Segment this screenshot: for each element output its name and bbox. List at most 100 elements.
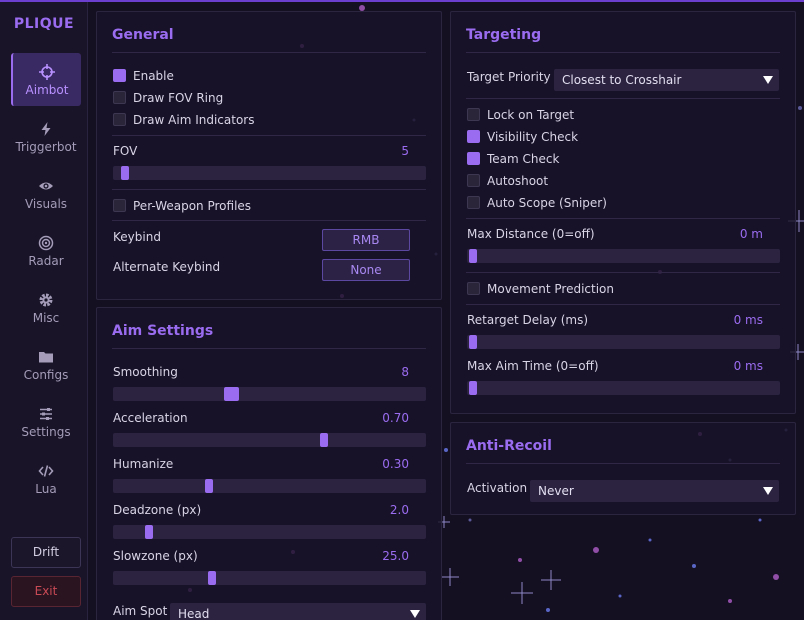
sidebar-item-label: Misc (32, 311, 60, 325)
drift-button[interactable]: Drift (11, 537, 81, 568)
divider (466, 52, 780, 53)
sidebar-item-visuals[interactable]: Visuals (11, 167, 81, 220)
deadzone-slider[interactable] (113, 525, 426, 539)
sidebar-item-radar[interactable]: Radar (11, 224, 81, 277)
auto-scope-checkbox[interactable] (467, 196, 480, 209)
draw-fov-ring-checkbox[interactable] (113, 91, 126, 104)
autoshoot-checkbox[interactable] (467, 174, 480, 187)
divider (112, 348, 426, 349)
fov-slider[interactable] (113, 166, 426, 180)
aim-spot-value: Head (178, 607, 210, 620)
draw-aim-indicators-label: Draw Aim Indicators (133, 113, 255, 127)
sidebar-item-aimbot[interactable]: Aimbot (11, 53, 81, 106)
movement-prediction-checkbox[interactable] (467, 282, 480, 295)
visibility-check-label: Visibility Check (487, 130, 579, 144)
enable-checkbox[interactable] (113, 69, 126, 82)
humanize-slider[interactable] (113, 479, 426, 493)
slider-thumb[interactable] (121, 166, 129, 180)
slider-thumb[interactable] (469, 249, 477, 263)
activation-label: Activation (467, 481, 528, 495)
divider (112, 220, 426, 221)
code-icon (38, 465, 54, 477)
top-accent-line (0, 0, 804, 2)
visibility-check-checkbox[interactable] (467, 130, 480, 143)
smoothing-slider[interactable] (113, 387, 426, 401)
app-logo: PLIQUE (13, 16, 75, 32)
panel-title: Aim Settings (112, 323, 214, 339)
sidebar-item-triggerbot[interactable]: Triggerbot (11, 110, 81, 163)
general-panel: General Enable Draw FOV Ring Draw Aim In… (96, 11, 442, 300)
team-check-checkbox[interactable] (467, 152, 480, 165)
slowzone-slider[interactable] (113, 571, 426, 585)
divider (466, 218, 780, 219)
per-weapon-profiles-checkbox[interactable] (113, 199, 126, 212)
sliders-icon (40, 408, 52, 420)
sidebar-item-configs[interactable]: Configs (11, 338, 81, 391)
sidebar-item-label: Radar (28, 254, 64, 268)
acceleration-label: Acceleration (113, 411, 188, 425)
max-aim-time-label: Max Aim Time (0=off) (467, 359, 599, 373)
lock-on-target-label: Lock on Target (487, 108, 575, 122)
gear-icon (39, 293, 53, 307)
retarget-delay-label: Retarget Delay (ms) (467, 313, 589, 327)
dropdown-arrow-icon (763, 76, 773, 84)
acceleration-value: 0.70 (382, 411, 409, 425)
dropdown-arrow-icon (763, 487, 773, 495)
lightning-icon (41, 122, 51, 136)
keybind-label: Keybind (113, 230, 161, 244)
crosshair-icon (39, 64, 55, 80)
exit-button[interactable]: Exit (11, 576, 81, 607)
sidebar-item-lua[interactable]: Lua (11, 452, 81, 505)
slider-thumb[interactable] (208, 571, 216, 585)
radar-icon (38, 235, 54, 251)
activation-dropdown[interactable]: Never (530, 480, 779, 502)
sidebar-item-label: Configs (23, 368, 69, 382)
deadzone-value: 2.0 (389, 503, 409, 517)
retarget-delay-slider[interactable] (467, 335, 780, 349)
alternate-keybind-label: Alternate Keybind (113, 260, 221, 274)
slider-thumb[interactable] (145, 525, 153, 539)
draw-fov-ring-label: Draw FOV Ring (133, 91, 224, 105)
slider-thumb[interactable] (224, 387, 239, 401)
panel-title: General (112, 27, 174, 43)
autoshoot-label: Autoshoot (487, 174, 549, 188)
movement-prediction-label: Movement Prediction (487, 282, 614, 296)
max-distance-slider[interactable] (467, 249, 780, 263)
smoothing-label: Smoothing (113, 365, 178, 379)
sidebar-item-label: Lua (35, 482, 57, 496)
per-weapon-profiles-label: Per-Weapon Profiles (133, 199, 252, 213)
sidebar-item-misc[interactable]: Misc (11, 281, 81, 334)
sidebar-item-label: Aimbot (25, 83, 69, 97)
team-check-label: Team Check (487, 152, 560, 166)
sidebar: PLIQUE Aimbot Triggerbot Visuals Radar M… (0, 0, 88, 620)
targeting-panel: Targeting Target Priority Closest to Cro… (450, 11, 796, 414)
aim-spot-dropdown[interactable]: Head (170, 603, 426, 620)
keybind-button[interactable]: RMB (322, 229, 410, 251)
sidebar-item-settings[interactable]: Settings (11, 395, 81, 448)
slowzone-label: Slowzone (px) (113, 549, 198, 563)
acceleration-slider[interactable] (113, 433, 426, 447)
target-priority-value: Closest to Crosshair (562, 73, 682, 87)
sidebar-item-label: Triggerbot (15, 140, 77, 154)
enable-label: Enable (133, 69, 174, 83)
divider (466, 463, 780, 464)
lock-on-target-checkbox[interactable] (467, 108, 480, 121)
humanize-label: Humanize (113, 457, 174, 471)
aim-spot-label: Aim Spot (113, 604, 168, 618)
dropdown-arrow-icon (410, 610, 420, 618)
slider-thumb[interactable] (205, 479, 213, 493)
draw-aim-indicators-checkbox[interactable] (113, 113, 126, 126)
slider-thumb[interactable] (469, 335, 477, 349)
retarget-delay-value: 0 ms (733, 313, 763, 327)
target-priority-dropdown[interactable]: Closest to Crosshair (554, 69, 779, 91)
smoothing-value: 8 (401, 365, 409, 379)
divider (112, 189, 426, 190)
alternate-keybind-button[interactable]: None (322, 259, 410, 281)
activation-value: Never (538, 484, 574, 498)
fov-label: FOV (113, 144, 138, 158)
slider-thumb[interactable] (469, 381, 477, 395)
auto-scope-label: Auto Scope (Sniper) (487, 196, 607, 210)
sidebar-item-label: Visuals (24, 197, 68, 211)
slider-thumb[interactable] (320, 433, 328, 447)
max-aim-time-slider[interactable] (467, 381, 780, 395)
